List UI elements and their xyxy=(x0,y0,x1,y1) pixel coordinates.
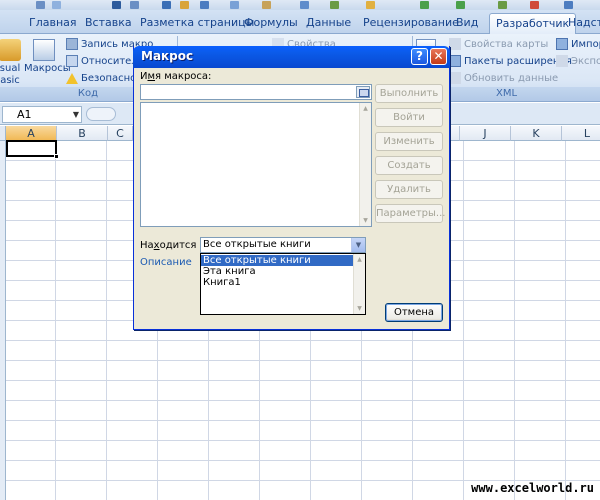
dialog-title: Макрос xyxy=(141,49,194,63)
filter-icon[interactable] xyxy=(162,1,171,9)
grid-icon[interactable] xyxy=(498,1,507,9)
location-option[interactable]: Все открытые книги xyxy=(201,255,354,266)
macro-name-label: Имя макроса: xyxy=(140,71,212,82)
import-icon xyxy=(556,38,568,50)
options-button[interactable]: Параметры... xyxy=(375,204,445,223)
name-box-value: A1 xyxy=(17,108,32,121)
column-header-a[interactable]: A xyxy=(6,126,57,141)
edit-button[interactable]: Изменить xyxy=(375,132,443,151)
run-button[interactable]: Выполнить xyxy=(375,84,443,103)
description-label: Описание xyxy=(140,257,192,268)
paste-icon[interactable] xyxy=(262,1,271,9)
undo-icon[interactable] xyxy=(52,1,61,9)
delete-button[interactable]: Удалить xyxy=(375,180,443,199)
tab-addins[interactable]: Надстр xyxy=(562,13,600,34)
export-label: Экспор xyxy=(571,56,600,67)
folder-icon[interactable] xyxy=(180,1,189,9)
tab-data[interactable]: Данные xyxy=(300,13,357,34)
arrow-down-icon[interactable] xyxy=(456,1,465,9)
scroll-down-icon[interactable]: ▼ xyxy=(360,215,371,226)
close-button[interactable]: ✕ xyxy=(430,48,447,65)
macro-dialog: Макрос ? ✕ Имя макроса: ▲ ▼ Выполнить Во… xyxy=(133,46,450,330)
dialog-title-bar[interactable]: Макрос ? ✕ xyxy=(133,46,450,68)
import-button[interactable]: Импор xyxy=(556,37,600,53)
location-selected-value: Все открытые книги xyxy=(203,239,311,250)
column-header-c[interactable]: C xyxy=(108,126,133,141)
arrow-right-icon[interactable] xyxy=(420,1,429,9)
export-button[interactable]: Экспор xyxy=(556,54,600,70)
toolbar-icon[interactable] xyxy=(564,1,573,9)
save-icon[interactable] xyxy=(36,1,45,9)
tab-view[interactable]: Вид xyxy=(450,13,484,34)
tab-insert[interactable]: Вставка xyxy=(79,13,138,34)
refresh-data-button[interactable]: Обновить данные xyxy=(449,71,558,87)
quick-access-toolbar xyxy=(0,0,600,10)
location-select[interactable]: Все открытые книги ▼ xyxy=(200,237,366,253)
shape-icon[interactable] xyxy=(530,1,539,9)
range-picker-icon[interactable] xyxy=(356,86,370,98)
export-icon xyxy=(556,55,568,67)
dropdown-scrollbar[interactable]: ▲ ▼ xyxy=(353,254,365,314)
import-label: Импор xyxy=(571,39,600,50)
preview-icon[interactable] xyxy=(300,1,309,9)
step-into-button[interactable]: Войти xyxy=(375,108,443,127)
relative-references-label: Относител xyxy=(81,56,138,67)
sort-icon[interactable] xyxy=(130,1,139,9)
location-label: Находится в: xyxy=(140,240,209,251)
location-dropdown-list[interactable]: Все открытые книги Эта книга Книга1 ▲ ▼ xyxy=(200,253,366,315)
column-header-l[interactable]: L xyxy=(562,126,600,141)
diamond-icon[interactable] xyxy=(366,1,375,9)
tab-formulas[interactable]: Формулы xyxy=(238,13,304,34)
macros-icon xyxy=(33,39,55,61)
name-box[interactable]: A1 ▼ xyxy=(2,106,82,123)
scroll-up-icon[interactable]: ▲ xyxy=(360,103,371,114)
visual-basic-label: sual asic xyxy=(0,63,21,86)
create-button[interactable]: Создать xyxy=(375,156,443,175)
expansion-packs-button[interactable]: Пакеты расширения xyxy=(449,54,572,70)
macros-label: Макросы xyxy=(24,63,71,74)
column-header-b[interactable]: B xyxy=(57,126,108,141)
active-cell[interactable] xyxy=(6,140,59,159)
sum-icon[interactable] xyxy=(112,1,121,9)
column-header-j[interactable]: J xyxy=(460,126,511,141)
visual-basic-icon xyxy=(0,39,21,61)
formula-bar-handle[interactable] xyxy=(86,107,116,121)
copy-icon[interactable] xyxy=(230,1,239,9)
chevron-down-icon[interactable]: ▼ xyxy=(73,107,79,122)
column-header-k[interactable]: K xyxy=(511,126,562,141)
relative-references-button[interactable]: Относител xyxy=(66,54,138,70)
column-header-i[interactable] xyxy=(450,126,460,141)
tab-review[interactable]: Рецензирование xyxy=(357,13,465,34)
map-properties-label: Свойства карты xyxy=(464,39,549,50)
watermark: www.excelworld.ru xyxy=(471,481,594,495)
location-option[interactable]: Эта книга xyxy=(201,266,354,277)
location-option[interactable]: Книга1 xyxy=(201,277,354,288)
print-icon[interactable] xyxy=(200,1,209,9)
map-properties-button[interactable]: Свойства карты xyxy=(449,37,548,53)
chart-icon[interactable] xyxy=(330,1,339,9)
refresh-icon xyxy=(449,72,461,84)
expansion-packs-icon xyxy=(449,55,461,67)
macro-name-input[interactable] xyxy=(140,84,372,100)
warning-icon xyxy=(66,72,78,84)
chevron-down-icon[interactable]: ▼ xyxy=(351,238,365,252)
record-macro-icon xyxy=(66,38,78,50)
macro-list[interactable]: ▲ ▼ xyxy=(140,102,372,227)
macro-security-button[interactable]: Безопаснос xyxy=(66,71,142,87)
macro-list-scrollbar[interactable]: ▲ ▼ xyxy=(359,103,371,226)
ribbon-tabs: Главная Вставка Разметка страницы Формул… xyxy=(0,10,600,34)
scroll-down-icon[interactable]: ▼ xyxy=(354,303,365,314)
relative-references-icon xyxy=(66,55,78,67)
tab-home[interactable]: Главная xyxy=(23,13,83,34)
map-properties-icon xyxy=(449,38,461,50)
help-button[interactable]: ? xyxy=(411,48,428,65)
refresh-data-label: Обновить данные xyxy=(464,73,559,84)
macros-button[interactable]: Макросы xyxy=(24,37,71,87)
cancel-button[interactable]: Отмена xyxy=(385,303,443,322)
fill-handle[interactable] xyxy=(54,154,59,159)
scroll-up-icon[interactable]: ▲ xyxy=(354,254,365,265)
